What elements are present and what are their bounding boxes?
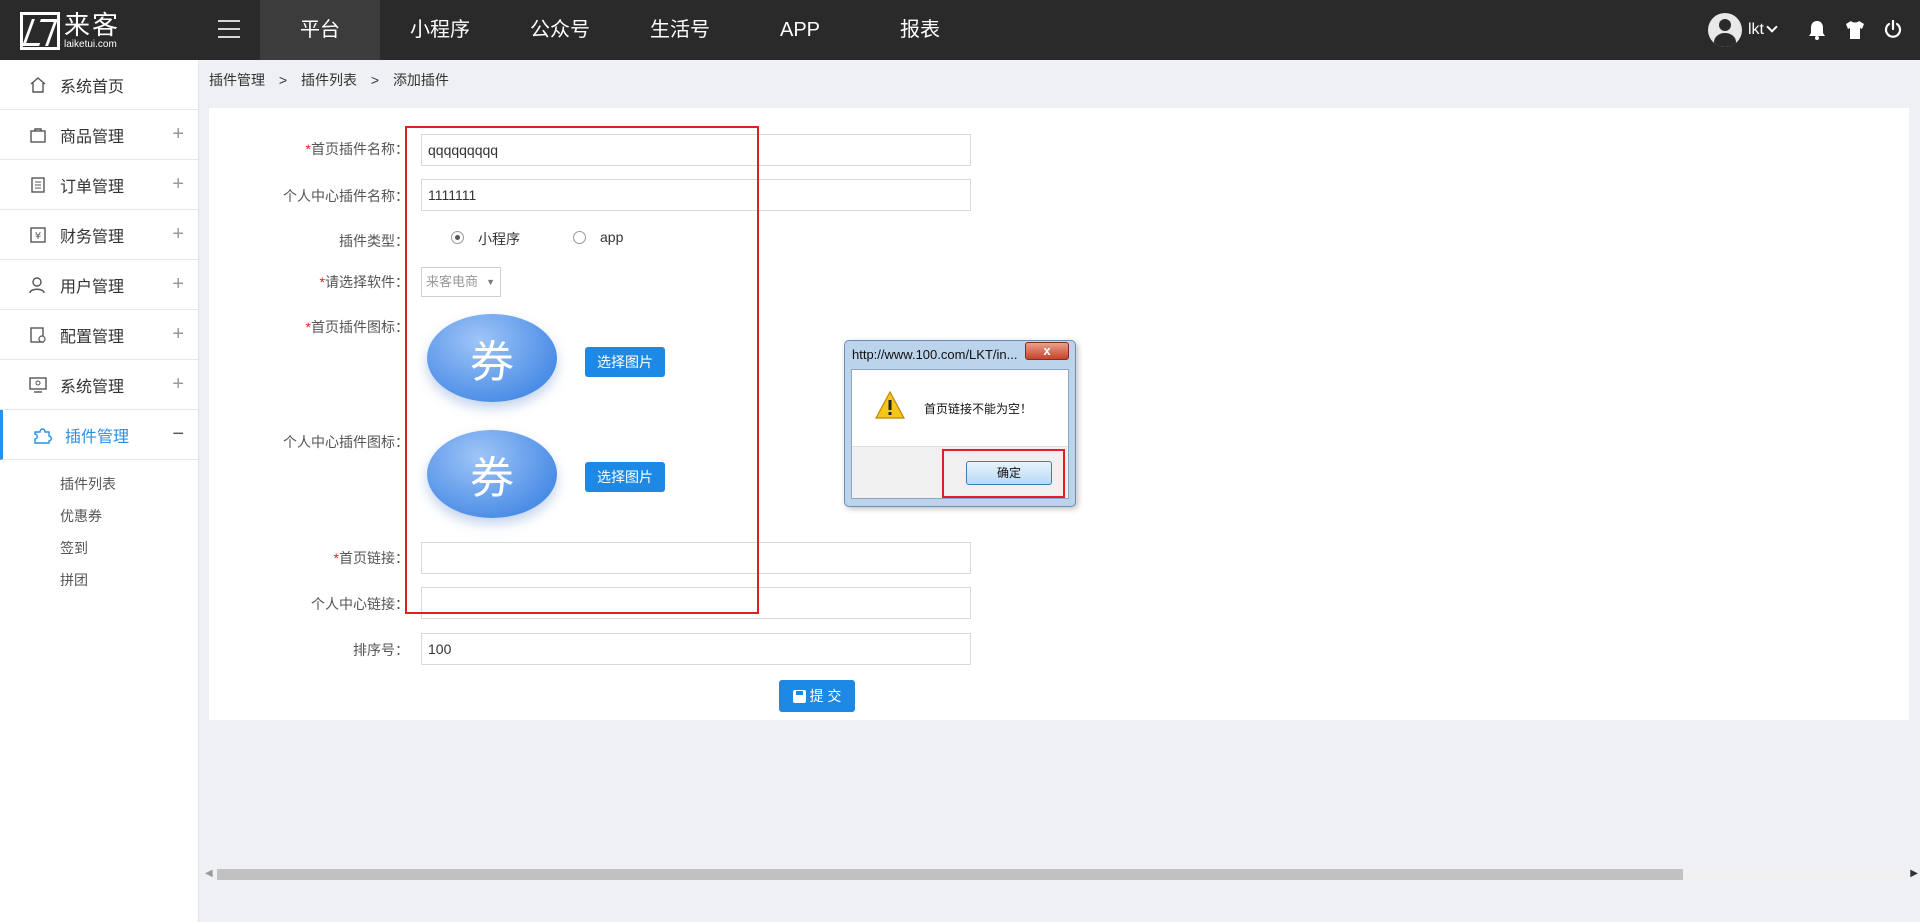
home-link-label: *首页链接： [333, 550, 409, 566]
nav-app[interactable]: APP [740, 0, 860, 60]
power-icon[interactable] [1882, 19, 1904, 41]
breadcrumb-plugin-list[interactable]: 插件列表 [301, 72, 357, 88]
username[interactable]: lkt [1748, 21, 1764, 39]
logo[interactable]: 来客 laiketui.com [20, 12, 120, 50]
horizontal-scrollbar[interactable]: ◀ ▶ [203, 864, 1920, 884]
expand-icon[interactable]: + [172, 273, 184, 296]
home-name-label: *首页插件名称： [305, 141, 409, 157]
monitor-icon [28, 375, 48, 395]
choose-home-image-button[interactable]: 选择图片 [585, 347, 665, 377]
scroll-right-icon[interactable]: ▶ [1910, 868, 1918, 879]
submit-button[interactable]: 提 交 [779, 680, 855, 712]
choose-center-image-button[interactable]: 选择图片 [585, 462, 665, 492]
nav-reports[interactable]: 报表 [860, 0, 980, 60]
type-option-app[interactable]: app [600, 229, 623, 245]
close-icon[interactable]: x [1025, 342, 1069, 360]
home-link-input[interactable] [421, 542, 971, 574]
caret-down-icon: ▼ [486, 277, 495, 287]
sidebar-item-label: 用户管理 [60, 278, 125, 296]
software-select[interactable]: 来客电商 ▼ [421, 267, 501, 297]
user-area: lkt [1708, 0, 1920, 60]
sidebar-item-finance[interactable]: ¥ 财务管理 + [0, 210, 198, 260]
sidebar-item-system[interactable]: 系统管理 + [0, 360, 198, 410]
sidebar-subitem-coupon[interactable]: 优惠券 [0, 500, 198, 532]
nav-life-account[interactable]: 生活号 [620, 0, 740, 60]
sidebar-item-plugins[interactable]: 插件管理 − [0, 410, 198, 460]
collapse-icon[interactable]: − [172, 423, 184, 446]
center-name-input[interactable]: 1111111 [421, 179, 971, 211]
breadcrumb: 插件管理 > 插件列表 > 添加插件 [209, 70, 459, 90]
software-label: *请选择软件： [319, 274, 409, 290]
center-coupon-image: 券 [427, 430, 557, 518]
sidebar-item-users[interactable]: 用户管理 + [0, 260, 198, 310]
center-icon-label: 个人中心插件图标： [283, 434, 409, 450]
type-radio-miniprogram[interactable] [451, 231, 464, 244]
sidebar-item-products[interactable]: 商品管理 + [0, 110, 198, 160]
plugin-type-label: 插件类型： [339, 233, 409, 249]
center-link-input[interactable] [421, 587, 971, 619]
sidebar-subitem-group-buy[interactable]: 拼团 [0, 564, 198, 596]
avatar-icon[interactable] [1708, 13, 1742, 47]
nav-official-account[interactable]: 公众号 [500, 0, 620, 60]
sidebar-item-label: 插件管理 [65, 428, 130, 446]
center-name-label: 个人中心插件名称： [283, 188, 409, 204]
sidebar-item-config[interactable]: 配置管理 + [0, 310, 198, 360]
user-icon [28, 275, 48, 295]
expand-icon[interactable]: + [172, 323, 184, 346]
sidebar-item-label: 订单管理 [60, 178, 125, 196]
breadcrumb-add-plugin: 添加插件 [392, 72, 449, 88]
dialog-title: http://www.100.com/LKT/in... [852, 347, 1018, 362]
shopping-bag-icon [28, 125, 48, 145]
breadcrumb-plugin-manage[interactable]: 插件管理 [209, 72, 265, 88]
alert-dialog: http://www.100.com/LKT/in... x 首页链接不能为空！… [844, 340, 1076, 507]
expand-icon[interactable]: + [172, 373, 184, 396]
home-name-input[interactable]: qqqqqqqqq [421, 134, 971, 166]
config-icon [28, 325, 48, 345]
expand-icon[interactable]: + [172, 123, 184, 146]
sort-input[interactable]: 100 [421, 633, 971, 665]
top-bar: 来客 laiketui.com 平台 小程序 公众号 生活号 APP 报表 lk… [0, 0, 1920, 60]
sort-label: 排序号： [353, 642, 409, 658]
puzzle-icon [33, 425, 53, 445]
breadcrumb-separator: > [370, 72, 380, 88]
svg-text:¥: ¥ [35, 231, 41, 242]
order-list-icon [28, 175, 48, 195]
type-radio-app[interactable] [573, 231, 586, 244]
logo-name: 来客 [64, 10, 121, 40]
ok-button[interactable]: 确定 [966, 461, 1052, 485]
tshirt-icon[interactable] [1844, 19, 1866, 41]
scroll-left-icon[interactable]: ◀ [205, 868, 213, 879]
menu-icon[interactable] [218, 20, 240, 40]
expand-icon[interactable]: + [172, 173, 184, 196]
sidebar-subitem-plugin-list[interactable]: 插件列表 [0, 468, 198, 500]
sidebar-subitem-signin[interactable]: 签到 [0, 532, 198, 564]
nav-mini-program[interactable]: 小程序 [380, 0, 500, 60]
dialog-message: 首页链接不能为空！ [924, 402, 1033, 416]
warning-icon [874, 390, 906, 420]
sidebar-item-home[interactable]: 系统首页 [0, 60, 198, 110]
bell-icon[interactable] [1806, 19, 1828, 41]
sidebar-item-orders[interactable]: 订单管理 + [0, 160, 198, 210]
top-nav: 平台 小程序 公众号 生活号 APP 报表 [260, 0, 980, 60]
finance-yen-icon: ¥ [28, 225, 48, 245]
center-link-label: 个人中心链接： [311, 596, 409, 612]
logo-domain: laiketui.com [64, 39, 117, 50]
logo-icon [20, 12, 60, 50]
sidebar-item-label: 系统管理 [60, 378, 125, 396]
type-option-miniprogram[interactable]: 小程序 [478, 229, 520, 249]
nav-platform[interactable]: 平台 [260, 0, 380, 60]
sidebar-item-label: 配置管理 [60, 328, 125, 346]
home-icon-label: *首页插件图标： [305, 319, 409, 335]
breadcrumb-separator: > [278, 72, 288, 88]
expand-icon[interactable]: + [172, 223, 184, 246]
chevron-down-icon[interactable] [1766, 21, 1778, 33]
scrollbar-thumb[interactable] [217, 869, 1683, 880]
home-coupon-image: 券 [427, 314, 557, 402]
sidebar-item-label: 财务管理 [60, 228, 125, 246]
home-icon [28, 75, 48, 95]
sidebar: 系统首页 商品管理 + 订单管理 + ¥ 财务管理 + 用户管理 + 配置管理 … [0, 60, 199, 922]
sidebar-item-label: 商品管理 [60, 128, 125, 146]
sidebar-item-label: 系统首页 [60, 78, 125, 96]
save-icon [792, 689, 806, 703]
